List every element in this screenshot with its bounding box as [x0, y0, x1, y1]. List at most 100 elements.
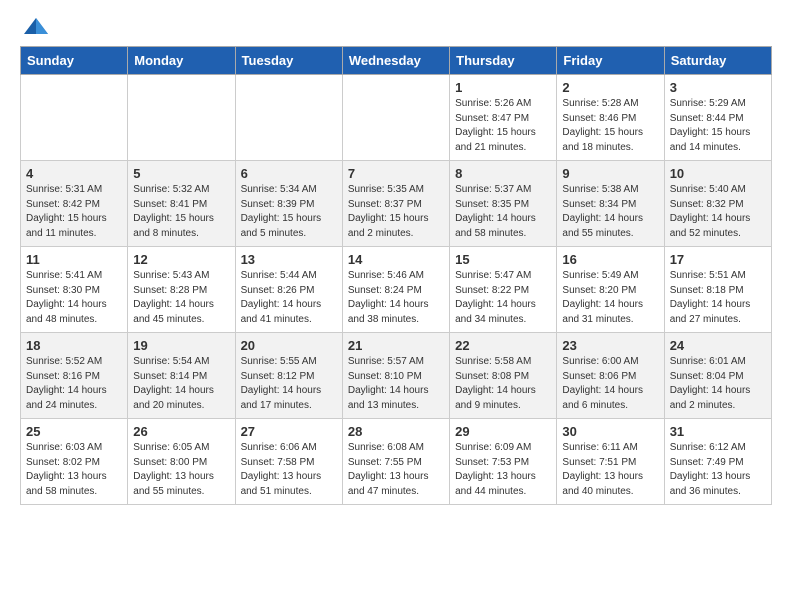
- day-number: 16: [562, 252, 658, 267]
- weekday-header-friday: Friday: [557, 47, 664, 75]
- calendar-cell: 19 Sunrise: 5:54 AM Sunset: 8:14 PM Dayli…: [128, 333, 235, 419]
- calendar-cell: 25 Sunrise: 6:03 AM Sunset: 8:02 PM Dayli…: [21, 419, 128, 505]
- calendar-cell: 7Sunrise: 5:35 AM Sunset: 8:37 PM Daylig…: [342, 161, 449, 247]
- calendar-cell: 21 Sunrise: 5:57 AM Sunset: 8:10 PM Dayli…: [342, 333, 449, 419]
- day-number: 19: [133, 338, 229, 353]
- day-info: Sunrise: 6:09 AM Sunset: 7:53 PM Dayligh…: [455, 441, 551, 499]
- day-number: 29: [455, 424, 551, 439]
- day-number: 5: [133, 166, 229, 181]
- day-number: 30: [562, 424, 658, 439]
- weekday-header-thursday: Thursday: [450, 47, 557, 75]
- weekday-header-monday: Monday: [128, 47, 235, 75]
- calendar-cell: 16Sunrise: 5:49 AM Sunset: 8:20 PM Dayli…: [557, 247, 664, 333]
- calendar-cell: 4Sunrise: 5:31 AM Sunset: 8:42 PM Daylig…: [21, 161, 128, 247]
- day-info: Sunrise: 5:34 AM Sunset: 8:39 PM Dayligh…: [241, 183, 337, 241]
- day-number: 18: [26, 338, 122, 353]
- calendar-week-5: 25 Sunrise: 6:03 AM Sunset: 8:02 PM Dayli…: [21, 419, 772, 505]
- weekday-header-saturday: Saturday: [664, 47, 771, 75]
- calendar-cell: 31 Sunrise: 6:12 AM Sunset: 7:49 PM Dayli…: [664, 419, 771, 505]
- calendar-cell: 6 Sunrise: 5:34 AM Sunset: 8:39 PM Daylig…: [235, 161, 342, 247]
- day-info: Sunrise: 5:26 AM Sunset: 8:47 PM Dayligh…: [455, 97, 551, 155]
- day-info: Sunrise: 5:58 AM Sunset: 8:08 PM Dayligh…: [455, 355, 551, 413]
- calendar-cell: 17Sunrise: 5:51 AM Sunset: 8:18 PM Dayli…: [664, 247, 771, 333]
- weekday-header-wednesday: Wednesday: [342, 47, 449, 75]
- day-number: 26: [133, 424, 229, 439]
- calendar-cell: 27 Sunrise: 6:06 AM Sunset: 7:58 PM Dayli…: [235, 419, 342, 505]
- day-info: Sunrise: 6:03 AM Sunset: 8:02 PM Dayligh…: [26, 441, 122, 499]
- calendar-cell: 20 Sunrise: 5:55 AM Sunset: 8:12 PM Dayli…: [235, 333, 342, 419]
- calendar-week-2: 4Sunrise: 5:31 AM Sunset: 8:42 PM Daylig…: [21, 161, 772, 247]
- day-info: Sunrise: 6:00 AM Sunset: 8:06 PM Dayligh…: [562, 355, 658, 413]
- calendar-cell: 15 Sunrise: 5:47 AM Sunset: 8:22 PM Dayli…: [450, 247, 557, 333]
- weekday-header-tuesday: Tuesday: [235, 47, 342, 75]
- logo-icon: [22, 16, 50, 36]
- day-number: 1: [455, 80, 551, 95]
- day-info: Sunrise: 5:38 AM Sunset: 8:34 PM Dayligh…: [562, 183, 658, 241]
- day-number: 21: [348, 338, 444, 353]
- day-number: 27: [241, 424, 337, 439]
- calendar-cell: 24 Sunrise: 6:01 AM Sunset: 8:04 PM Dayli…: [664, 333, 771, 419]
- calendar-cell: 13 Sunrise: 5:44 AM Sunset: 8:26 PM Dayli…: [235, 247, 342, 333]
- calendar-cell: [128, 75, 235, 161]
- calendar-cell: 3 Sunrise: 5:29 AM Sunset: 8:44 PM Daylig…: [664, 75, 771, 161]
- calendar-cell: 23 Sunrise: 6:00 AM Sunset: 8:06 PM Dayli…: [557, 333, 664, 419]
- day-number: 13: [241, 252, 337, 267]
- calendar-week-4: 18Sunrise: 5:52 AM Sunset: 8:16 PM Dayli…: [21, 333, 772, 419]
- calendar-cell: 10 Sunrise: 5:40 AM Sunset: 8:32 PM Dayli…: [664, 161, 771, 247]
- calendar-cell: 2Sunrise: 5:28 AM Sunset: 8:46 PM Daylig…: [557, 75, 664, 161]
- day-info: Sunrise: 6:11 AM Sunset: 7:51 PM Dayligh…: [562, 441, 658, 499]
- day-number: 15: [455, 252, 551, 267]
- day-info: Sunrise: 5:54 AM Sunset: 8:14 PM Dayligh…: [133, 355, 229, 413]
- calendar-header-row: SundayMondayTuesdayWednesdayThursdayFrid…: [21, 47, 772, 75]
- day-info: Sunrise: 5:37 AM Sunset: 8:35 PM Dayligh…: [455, 183, 551, 241]
- logo: [20, 16, 50, 36]
- day-number: 31: [670, 424, 766, 439]
- day-info: Sunrise: 5:35 AM Sunset: 8:37 PM Dayligh…: [348, 183, 444, 241]
- day-number: 20: [241, 338, 337, 353]
- calendar-cell: 28Sunrise: 6:08 AM Sunset: 7:55 PM Dayli…: [342, 419, 449, 505]
- calendar-cell: 18Sunrise: 5:52 AM Sunset: 8:16 PM Dayli…: [21, 333, 128, 419]
- day-info: Sunrise: 6:08 AM Sunset: 7:55 PM Dayligh…: [348, 441, 444, 499]
- calendar-cell: 22Sunrise: 5:58 AM Sunset: 8:08 PM Dayli…: [450, 333, 557, 419]
- calendar-cell: 26 Sunrise: 6:05 AM Sunset: 8:00 PM Dayli…: [128, 419, 235, 505]
- calendar-cell: [21, 75, 128, 161]
- day-number: 8: [455, 166, 551, 181]
- day-number: 24: [670, 338, 766, 353]
- day-info: Sunrise: 6:06 AM Sunset: 7:58 PM Dayligh…: [241, 441, 337, 499]
- day-info: Sunrise: 5:44 AM Sunset: 8:26 PM Dayligh…: [241, 269, 337, 327]
- day-info: Sunrise: 5:51 AM Sunset: 8:18 PM Dayligh…: [670, 269, 766, 327]
- calendar-cell: 1 Sunrise: 5:26 AM Sunset: 8:47 PM Daylig…: [450, 75, 557, 161]
- day-info: Sunrise: 5:55 AM Sunset: 8:12 PM Dayligh…: [241, 355, 337, 413]
- calendar-cell: 9 Sunrise: 5:38 AM Sunset: 8:34 PM Daylig…: [557, 161, 664, 247]
- day-number: 6: [241, 166, 337, 181]
- day-info: Sunrise: 5:29 AM Sunset: 8:44 PM Dayligh…: [670, 97, 766, 155]
- calendar-cell: 30 Sunrise: 6:11 AM Sunset: 7:51 PM Dayli…: [557, 419, 664, 505]
- day-number: 23: [562, 338, 658, 353]
- day-number: 12: [133, 252, 229, 267]
- day-info: Sunrise: 5:40 AM Sunset: 8:32 PM Dayligh…: [670, 183, 766, 241]
- day-number: 9: [562, 166, 658, 181]
- calendar-cell: 14Sunrise: 5:46 AM Sunset: 8:24 PM Dayli…: [342, 247, 449, 333]
- day-info: Sunrise: 5:43 AM Sunset: 8:28 PM Dayligh…: [133, 269, 229, 327]
- day-info: Sunrise: 5:47 AM Sunset: 8:22 PM Dayligh…: [455, 269, 551, 327]
- day-info: Sunrise: 6:12 AM Sunset: 7:49 PM Dayligh…: [670, 441, 766, 499]
- day-number: 25: [26, 424, 122, 439]
- calendar-week-1: 1 Sunrise: 5:26 AM Sunset: 8:47 PM Daylig…: [21, 75, 772, 161]
- day-info: Sunrise: 5:32 AM Sunset: 8:41 PM Dayligh…: [133, 183, 229, 241]
- day-info: Sunrise: 6:05 AM Sunset: 8:00 PM Dayligh…: [133, 441, 229, 499]
- day-number: 3: [670, 80, 766, 95]
- day-info: Sunrise: 5:57 AM Sunset: 8:10 PM Dayligh…: [348, 355, 444, 413]
- day-info: Sunrise: 6:01 AM Sunset: 8:04 PM Dayligh…: [670, 355, 766, 413]
- calendar-cell: [235, 75, 342, 161]
- page-header: [20, 16, 772, 36]
- calendar-cell: 5 Sunrise: 5:32 AM Sunset: 8:41 PM Daylig…: [128, 161, 235, 247]
- calendar-cell: 11Sunrise: 5:41 AM Sunset: 8:30 PM Dayli…: [21, 247, 128, 333]
- calendar-cell: 12 Sunrise: 5:43 AM Sunset: 8:28 PM Dayli…: [128, 247, 235, 333]
- calendar-week-3: 11Sunrise: 5:41 AM Sunset: 8:30 PM Dayli…: [21, 247, 772, 333]
- day-info: Sunrise: 5:31 AM Sunset: 8:42 PM Dayligh…: [26, 183, 122, 241]
- calendar-cell: [342, 75, 449, 161]
- day-info: Sunrise: 5:28 AM Sunset: 8:46 PM Dayligh…: [562, 97, 658, 155]
- day-number: 10: [670, 166, 766, 181]
- day-number: 11: [26, 252, 122, 267]
- calendar-cell: 8 Sunrise: 5:37 AM Sunset: 8:35 PM Daylig…: [450, 161, 557, 247]
